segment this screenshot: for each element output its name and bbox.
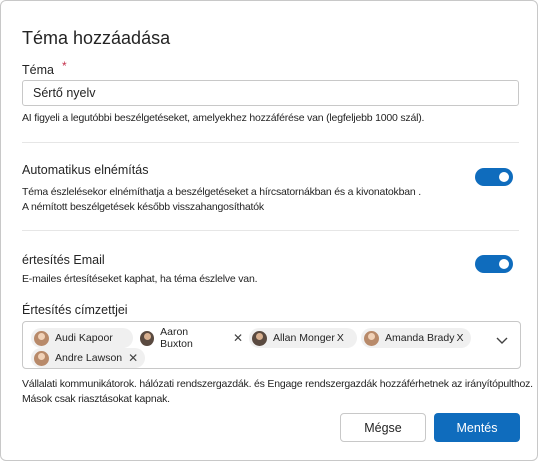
avatar	[252, 330, 267, 346]
recipient-chip[interactable]: Allan Monger X	[249, 328, 357, 348]
avatar	[34, 350, 49, 366]
divider	[22, 230, 519, 231]
topic-label: Téma *	[22, 59, 67, 77]
add-topic-dialog: Téma hozzáadása Téma * Sértő nyelv AI fig…	[0, 0, 538, 461]
footer-help-line2: Mások csak riasztásokat kapnak.	[22, 393, 170, 405]
remove-recipient-icon[interactable]: ✕	[233, 331, 243, 345]
auto-mute-help-line2: A némított beszélgetések később visszaha…	[22, 201, 264, 213]
remove-recipient-icon[interactable]: X	[456, 332, 463, 344]
remove-recipient-icon[interactable]: X	[337, 332, 344, 344]
recipients-label: Értesítés címzettjei	[22, 303, 128, 317]
recipient-name: Allan Monger	[273, 332, 335, 344]
email-notify-help: E-mailes értesítéseket kaphat, ha téma é…	[22, 273, 258, 285]
auto-mute-label: Automatikus elnémítás	[22, 163, 149, 177]
recipient-name: Audi Kapoor	[55, 332, 113, 344]
recipient-chip[interactable]: Audi Kapoor	[31, 328, 133, 348]
recipient-chip[interactable]: Aaron Buxton ✕	[137, 326, 249, 350]
remove-recipient-icon[interactable]: ✕	[128, 351, 138, 365]
chevron-down-icon[interactable]	[496, 332, 508, 350]
email-notify-label: értesítés Email	[22, 253, 105, 267]
toggle-knob	[499, 172, 509, 182]
cancel-button[interactable]: Mégse	[340, 413, 426, 442]
footer-help-line1: Vállalati kommunikátorok. hálózati rends…	[22, 378, 533, 390]
recipient-name: Andre Lawson	[55, 352, 123, 364]
auto-mute-toggle[interactable]	[475, 168, 513, 186]
topic-help-text: AI figyeli a legutóbbi beszélgetéseket, …	[22, 112, 425, 124]
save-button[interactable]: Mentés	[434, 413, 520, 442]
avatar	[34, 330, 49, 346]
dialog-title: Téma hozzáadása	[22, 28, 171, 48]
auto-mute-help-line1: Téma észlelésekor elnémíthatja a beszélg…	[22, 186, 421, 198]
avatar	[364, 330, 379, 346]
recipient-name: Amanda Brady	[385, 332, 455, 344]
email-notify-toggle[interactable]	[475, 255, 513, 273]
recipients-picker[interactable]: Audi Kapoor Aaron Buxton ✕ Allan Monger …	[22, 321, 521, 369]
recipient-chip[interactable]: Andre Lawson ✕	[31, 348, 145, 368]
divider	[22, 142, 519, 143]
required-mark: *	[61, 59, 67, 73]
toggle-knob	[499, 259, 509, 269]
avatar	[140, 330, 155, 346]
recipient-name: Aaron Buxton	[160, 326, 193, 350]
topic-input[interactable]: Sértő nyelv	[22, 80, 519, 106]
topic-label-text: Téma	[22, 63, 54, 77]
recipient-chip[interactable]: Amanda Brady X	[361, 328, 471, 348]
